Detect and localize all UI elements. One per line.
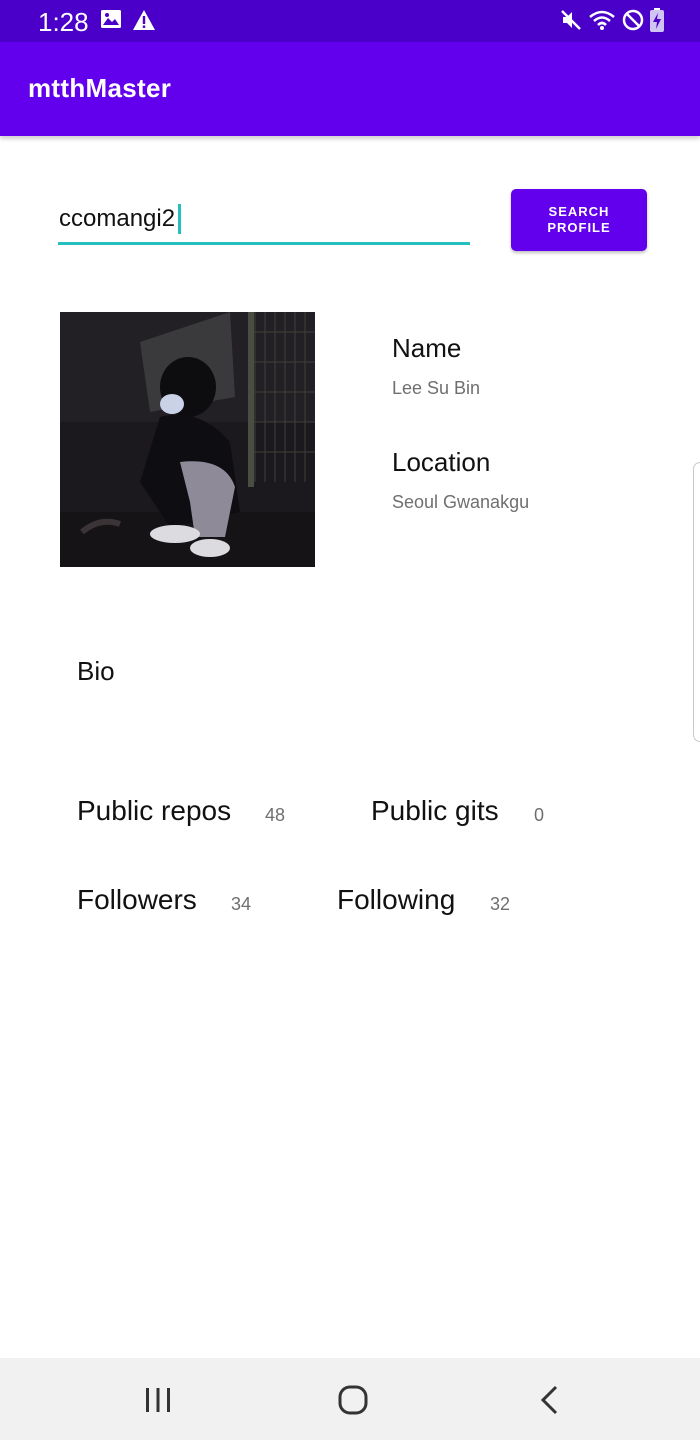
followers-value: 34: [231, 894, 252, 914]
screen: 1:28 mtthMaster ccomangi2 SEARCH PROFILE…: [0, 0, 700, 1440]
search-input[interactable]: ccomangi2: [58, 196, 470, 245]
status-time: 1:28: [38, 7, 89, 37]
public-repos-value: 48: [265, 805, 286, 825]
app-title: mtthMaster: [28, 73, 172, 103]
public-gits-label: Public gits: [371, 795, 499, 826]
recent-apps-icon[interactable]: [138, 1380, 178, 1420]
name-value: Lee Su Bin: [392, 378, 481, 398]
search-profile-button[interactable]: SEARCH PROFILE: [511, 189, 647, 251]
public-gits-value: 0: [534, 805, 545, 825]
search-input-value-wrap: ccomangi2: [59, 204, 182, 234]
status-right-icons: [560, 8, 664, 37]
name-label: Name: [392, 333, 462, 363]
following-label: Following: [337, 884, 456, 915]
status-bar: 1:28: [0, 0, 700, 42]
followers-label: Followers: [77, 884, 197, 915]
mute-icon: [560, 9, 582, 36]
location-label: Location: [392, 447, 491, 477]
status-left-icons: [100, 9, 156, 36]
search-input-value: ccomangi2: [59, 205, 176, 232]
image-icon: [100, 9, 122, 36]
warning-icon: [132, 9, 156, 36]
wifi-icon: [588, 9, 616, 36]
back-icon[interactable]: [530, 1380, 570, 1420]
battery-charging-icon: [650, 8, 664, 37]
location-value: Seoul Gwanakgu: [392, 492, 530, 512]
do-not-disturb-icon: [622, 9, 644, 36]
public-repos-label: Public repos: [77, 795, 232, 826]
search-button-label-line2: PROFILE: [547, 220, 611, 235]
text-cursor: [178, 204, 182, 234]
avatar: [60, 312, 315, 567]
following-value: 32: [490, 894, 511, 914]
navigation-bar: [0, 1358, 700, 1440]
app-bar: mtthMaster: [0, 42, 700, 136]
edge-panel-handle[interactable]: [693, 462, 700, 742]
home-icon[interactable]: [333, 1380, 373, 1420]
bio-label: Bio: [77, 656, 115, 686]
search-button-label-line1: SEARCH: [548, 204, 610, 219]
profile-photo-icon: [60, 312, 315, 567]
